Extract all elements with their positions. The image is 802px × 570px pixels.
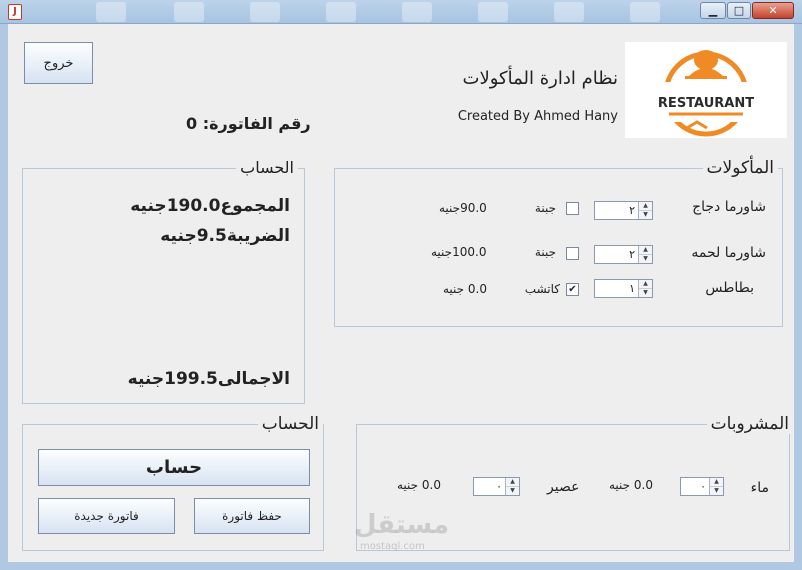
close-button[interactable]: ✕ (752, 2, 794, 19)
exit-button[interactable]: خروج (24, 42, 93, 84)
background-desktop-icon (326, 2, 356, 22)
calculate-button[interactable]: حساب (38, 449, 310, 486)
logo-text: RESTAURANT (658, 96, 754, 111)
juice-price: 0.0 جنيه (397, 478, 442, 492)
restaurant-logo: RESTAURANT (625, 42, 787, 138)
spinner-down-icon[interactable]: ▼ (639, 255, 652, 263)
spinner-up-icon[interactable]: ▲ (639, 246, 652, 255)
spinner-down-icon[interactable]: ▼ (710, 487, 723, 495)
background-desktop-icon (174, 2, 204, 22)
spinner-up-icon[interactable]: ▲ (639, 202, 652, 211)
subtotal-label: المجموع190.0جنيه (130, 196, 290, 216)
save-invoice-button[interactable]: حفظ فاتورة (194, 498, 310, 534)
spinner-up-icon[interactable]: ▲ (506, 478, 519, 487)
spinner-up-icon[interactable]: ▲ (710, 478, 723, 487)
option-label: كاتشب (524, 282, 560, 296)
actions-panel-title: الحساب (257, 414, 323, 434)
watermark-logo: مستقل (354, 510, 450, 540)
spinner-value: ٠ (496, 480, 502, 493)
app-title: نظام ادارة المأكولات (462, 68, 618, 89)
option-label: جبنة (534, 201, 556, 215)
spinner-down-icon[interactable]: ▼ (639, 211, 652, 219)
food-item-label: شاورما دجاج (692, 199, 766, 215)
tax-label: الضريبة9.5جنيه (160, 226, 290, 246)
spinner-value: ٢ (629, 204, 635, 217)
item-price: 90.0جنيه (439, 201, 487, 215)
spinner-up-icon[interactable]: ▲ (639, 280, 652, 289)
item-price: 100.0جنيه (431, 245, 487, 259)
quantity-spinner-fries[interactable]: ١ ▲ ▼ (594, 279, 653, 298)
spinner-value: ٢ (629, 248, 635, 261)
grand-total-label: الاجمالى199.5جنيه (127, 369, 290, 389)
cheese-checkbox-chicken[interactable] (566, 202, 579, 215)
spinner-down-icon[interactable]: ▼ (639, 289, 652, 297)
actions-panel: الحساب حساب فاتورة جديدة حفظ فاتورة (22, 414, 324, 551)
background-desktop-icon (402, 2, 432, 22)
cheese-checkbox-meat[interactable] (566, 247, 579, 260)
ketchup-checkbox[interactable]: ✔ (566, 283, 579, 296)
watermark-url: mostaql.com (360, 541, 425, 552)
credit-text: Created By Ahmed Hany (457, 109, 618, 124)
background-desktop-icon (554, 2, 584, 22)
option-label: جبنة (534, 245, 556, 259)
juice-quantity-spinner[interactable]: ٠ ▲ ▼ (473, 477, 520, 496)
quantity-spinner-meat-shawarma[interactable]: ٢ ▲ ▼ (594, 245, 653, 264)
spinner-value: ١ (629, 282, 635, 295)
title-bar: J ▁ □ ✕ (0, 0, 802, 24)
spinner-value: ٠ (700, 480, 706, 493)
background-desktop-icon (630, 2, 660, 22)
restaurant-logo-icon: RESTAURANT (658, 50, 754, 137)
maximize-button[interactable]: □ (727, 2, 751, 19)
background-desktop-icon (250, 2, 280, 22)
totals-panel: الحساب المجموع190.0جنيه الضريبة9.5جنيه ا… (22, 158, 305, 404)
window-frame-left (0, 24, 8, 570)
item-price: 0.0 جنيه (443, 282, 488, 296)
java-app-icon: J (8, 4, 22, 20)
water-quantity-spinner[interactable]: ٠ ▲ ▼ (680, 477, 724, 496)
minimize-button[interactable]: ▁ (700, 2, 726, 19)
spinner-down-icon[interactable]: ▼ (506, 487, 519, 495)
quantity-spinner-chicken-shawarma[interactable]: ٢ ▲ ▼ (594, 201, 653, 220)
totals-panel-title: الحساب (236, 158, 298, 177)
food-item-label: شاورما لحمه (691, 245, 766, 261)
water-label: ماء (750, 480, 769, 496)
drinks-panel-title: المشروبات (706, 414, 793, 434)
food-panel-title: المأكولات (702, 158, 778, 178)
background-desktop-icon (478, 2, 508, 22)
window-frame-right (794, 24, 802, 570)
water-price: 0.0 جنيه (609, 478, 654, 492)
food-panel: المأكولات شاورما دجاج ٢ ▲ ▼ جبنة 90.0جنيه… (334, 158, 783, 327)
juice-label: عصير (547, 479, 580, 495)
invoice-number: رقم الفاتورة: 0 (186, 114, 311, 133)
food-item-label: بطاطس (705, 280, 754, 296)
main-content: خروج نظام ادارة المأكولات Created By Ahm… (8, 24, 794, 562)
window-frame-bottom (0, 562, 802, 570)
new-invoice-button[interactable]: فاتورة جديدة (38, 498, 175, 534)
background-desktop-icon (96, 2, 126, 22)
